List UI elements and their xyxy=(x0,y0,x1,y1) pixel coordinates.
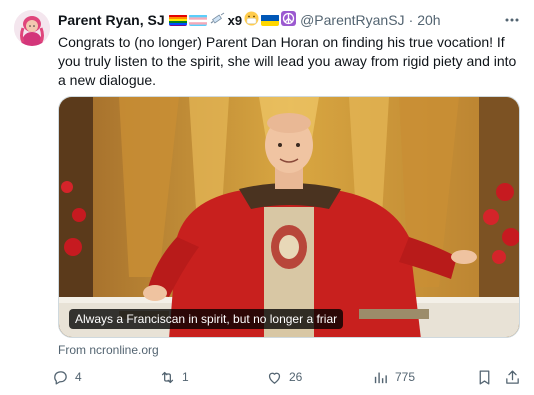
retweet-button[interactable]: 1 xyxy=(159,366,189,388)
display-name-emojis: x9 xyxy=(168,11,297,29)
like-button[interactable]: 26 xyxy=(266,366,302,388)
reply-button[interactable]: 4 xyxy=(52,366,82,388)
retweet-count: 1 xyxy=(182,370,189,384)
rainbow-flag-icon xyxy=(168,14,187,26)
media-caption: Always a Franciscan in spirit, but no lo… xyxy=(69,309,344,329)
peace-sign-icon xyxy=(281,11,297,29)
separator-dot: · xyxy=(408,12,414,28)
views-count: 775 xyxy=(395,370,416,384)
views-button[interactable]: 775 xyxy=(372,366,415,388)
link-source[interactable]: From ncronline.org xyxy=(58,343,159,357)
tweet-header: Parent Ryan, SJ x9 @ParentRyanSJ · 20h xyxy=(58,10,441,30)
tweet-text: Congrats to (no longer) Parent Dan Horan… xyxy=(58,34,517,88)
like-icon xyxy=(268,372,281,384)
like-count: 26 xyxy=(289,370,303,384)
emoji-count: x9 xyxy=(227,12,243,28)
more-icon[interactable] xyxy=(502,10,522,30)
author-handle[interactable]: @ParentRyanSJ xyxy=(300,12,404,28)
reply-count: 4 xyxy=(75,370,82,384)
bookmark-button[interactable] xyxy=(476,366,493,388)
views-icon xyxy=(374,372,387,383)
ukraine-flag-icon xyxy=(261,14,280,26)
share-button[interactable] xyxy=(504,366,521,388)
action-bar: 4 1 26 775 xyxy=(52,366,522,388)
link-card-media[interactable]: Always a Franciscan in spirit, but no lo… xyxy=(58,96,520,338)
author-name[interactable]: Parent Ryan, SJ xyxy=(58,12,165,28)
avatar[interactable] xyxy=(14,10,50,46)
bookmark-icon xyxy=(479,369,490,385)
friar-photo xyxy=(59,97,519,337)
mask-face-icon xyxy=(244,11,259,29)
timestamp[interactable]: 20h xyxy=(417,12,440,28)
trans-flag-icon xyxy=(188,14,207,26)
share-icon xyxy=(506,369,519,384)
retweet-icon xyxy=(161,371,174,383)
syringe-icon xyxy=(209,12,225,29)
reply-icon xyxy=(54,370,67,385)
tweet[interactable]: Parent Ryan, SJ x9 @ParentRyanSJ · 20h C… xyxy=(0,0,534,395)
